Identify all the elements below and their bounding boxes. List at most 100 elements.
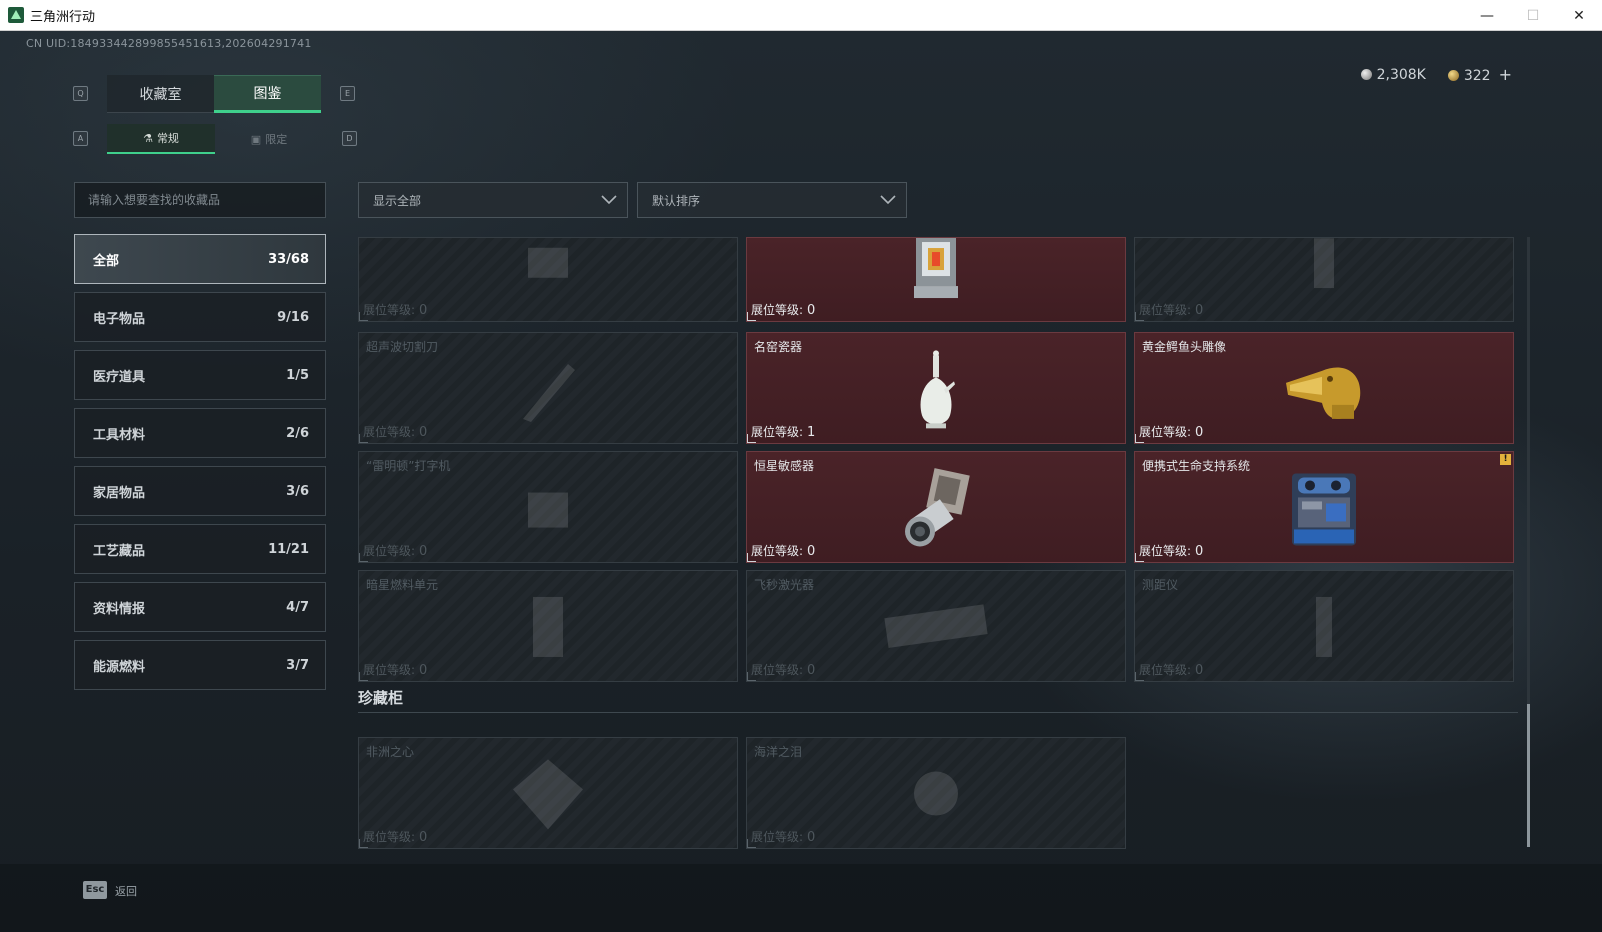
key-hint-a: A <box>73 131 88 146</box>
display-level: 展位等级: 0 <box>363 544 428 559</box>
category-energy[interactable]: 能源燃料 3/7 <box>74 640 326 690</box>
section-divider <box>358 712 1518 713</box>
category-intel[interactable]: 资料情报 4/7 <box>74 582 326 632</box>
collection-card[interactable]: 名窑瓷器 展位等级: 1 <box>746 332 1126 444</box>
tab-catalog[interactable]: 图鉴 <box>214 75 321 113</box>
porcelain-vase-icon <box>914 349 958 433</box>
treasure-card[interactable]: 非洲之心 展位等级: 0 <box>358 737 738 849</box>
filter-dropdown[interactable]: 显示全部 <box>358 182 628 218</box>
category-crafts[interactable]: 工艺藏品 11/21 <box>74 524 326 574</box>
key-hint-e: E <box>340 86 355 101</box>
collection-card[interactable]: 便携式生命支持系统 ! 展位等级: 0 <box>1134 451 1514 563</box>
display-level: 展位等级: 1 <box>751 425 816 440</box>
collection-card[interactable]: 暗星燃料单元 展位等级: 0 <box>358 570 738 682</box>
item-name: 测距仪 <box>1142 578 1179 592</box>
display-level: 展位等级: 0 <box>751 544 816 559</box>
main-tabs: 收藏室 图鉴 <box>107 75 321 113</box>
diamond-icon <box>508 754 588 838</box>
back-button[interactable]: 返回 <box>115 883 137 899</box>
display-level: 展位等级: 0 <box>1139 303 1204 318</box>
display-level: 展位等级: 0 <box>751 303 816 318</box>
item-name: 暗星燃料单元 <box>366 578 439 592</box>
display-level: 展位等级: 0 <box>1139 663 1204 678</box>
unknown-item-icon <box>518 243 578 287</box>
bottom-bar <box>0 864 1602 932</box>
item-name: 超声波切割刀 <box>366 340 439 354</box>
silver-currency: 2,308K <box>1360 67 1426 83</box>
item-name: 黄金鳄鱼头雕像 <box>1142 340 1227 354</box>
search-input[interactable] <box>74 182 326 218</box>
tab-limited[interactable]: ▣ 限定 <box>215 124 323 154</box>
filter-dropdown-value: 显示全部 <box>373 193 422 208</box>
display-level: 展位等级: 0 <box>363 663 428 678</box>
maximize-button[interactable]: ☐ <box>1510 0 1556 31</box>
treasure-card[interactable]: 海洋之泪 展位等级: 0 <box>746 737 1126 849</box>
collection-card[interactable]: 恒星敏感器 展位等级: 0 <box>746 451 1126 563</box>
category-household[interactable]: 家居物品 3/6 <box>74 466 326 516</box>
fuel-cell-icon <box>523 592 573 666</box>
key-hint-d: D <box>342 131 357 146</box>
close-button[interactable]: ✕ <box>1556 0 1602 31</box>
item-name: 恒星敏感器 <box>754 459 815 473</box>
tab-collection-room[interactable]: 收藏室 <box>107 75 214 113</box>
key-hint-q: Q <box>73 86 88 101</box>
rangefinder-icon <box>1304 592 1344 666</box>
category-all[interactable]: 全部 33/68 <box>74 234 326 284</box>
laser-icon <box>881 601 991 655</box>
flask-icon: ⚗ <box>143 131 153 145</box>
category-medical[interactable]: 医疗道具 1/5 <box>74 350 326 400</box>
display-level: 展位等级: 0 <box>363 830 428 845</box>
collection-card[interactable]: 测距仪 展位等级: 0 <box>1134 570 1514 682</box>
warning-badge: ! <box>1500 454 1511 465</box>
gold-crocodile-icon <box>1282 355 1366 427</box>
sort-dropdown[interactable]: 默认排序 <box>637 182 907 218</box>
game-viewport: CN UID:184933442899855451613,20260429174… <box>0 31 1602 932</box>
silver-coin-icon <box>1360 68 1372 80</box>
collection-card[interactable]: “雷明顿”打字机 展位等级: 0 <box>358 451 738 563</box>
item-name: “雷明顿”打字机 <box>366 459 451 473</box>
tab-regular[interactable]: ⚗ 常规 <box>107 124 215 154</box>
display-level: 展位等级: 0 <box>751 663 816 678</box>
display-level: 展位等级: 0 <box>363 425 428 440</box>
category-electronics[interactable]: 电子物品 9/16 <box>74 292 326 342</box>
item-name: 名窑瓷器 <box>754 340 803 354</box>
display-level: 展位等级: 0 <box>1139 425 1204 440</box>
window-title: 三角洲行动 <box>30 9 96 25</box>
collection-card[interactable]: 黄金鳄鱼头雕像 展位等级: 0 <box>1134 332 1514 444</box>
esc-key-hint[interactable]: Esc <box>83 881 107 899</box>
collection-card[interactable]: 飞秒激光器 展位等级: 0 <box>746 570 1126 682</box>
section-title: 珍藏柜 <box>358 689 404 707</box>
cutting-knife-icon <box>513 354 583 428</box>
category-tools[interactable]: 工具材料 2/6 <box>74 408 326 458</box>
gold-currency: 322 + <box>1447 65 1512 84</box>
typewriter-icon <box>518 478 578 542</box>
item-name: 便携式生命支持系统 <box>1142 459 1251 473</box>
sort-dropdown-value: 默认排序 <box>652 193 701 208</box>
item-name: 飞秒激光器 <box>754 578 815 592</box>
picture-icon: ▣ <box>250 132 262 146</box>
chevron-down-icon <box>601 195 617 205</box>
sub-tabs: ⚗ 常规 ▣ 限定 <box>107 124 323 154</box>
chevron-down-icon <box>880 195 896 205</box>
currency-bar: 2,308K 322 + <box>1360 65 1512 84</box>
collection-card[interactable]: 展位等级: 0 <box>746 237 1126 322</box>
display-level: 展位等级: 0 <box>363 303 428 318</box>
display-level: 展位等级: 0 <box>1139 544 1204 559</box>
window-titlebar: 三角洲行动 — ☐ ✕ <box>0 0 1602 31</box>
unknown-item-icon <box>1304 238 1344 292</box>
collection-card[interactable]: 展位等级: 0 <box>1134 237 1514 322</box>
item-name: 非洲之心 <box>366 745 415 759</box>
collection-card[interactable]: 超声波切割刀 展位等级: 0 <box>358 332 738 444</box>
pearl-icon <box>906 764 966 828</box>
minimize-button[interactable]: — <box>1464 0 1510 31</box>
life-support-icon <box>1288 467 1360 553</box>
display-level: 展位等级: 0 <box>751 830 816 845</box>
item-name: 海洋之泪 <box>754 745 803 759</box>
collection-card[interactable]: 展位等级: 0 <box>358 237 738 322</box>
gold-coin-icon <box>1447 70 1459 81</box>
player-uid: CN UID:184933442899855451613,20260429174… <box>26 37 312 50</box>
add-currency-button[interactable]: + <box>1499 65 1512 84</box>
lantern-device-icon <box>906 238 966 304</box>
scrollbar-thumb[interactable] <box>1527 704 1530 847</box>
window-controls: — ☐ ✕ <box>1464 0 1602 31</box>
